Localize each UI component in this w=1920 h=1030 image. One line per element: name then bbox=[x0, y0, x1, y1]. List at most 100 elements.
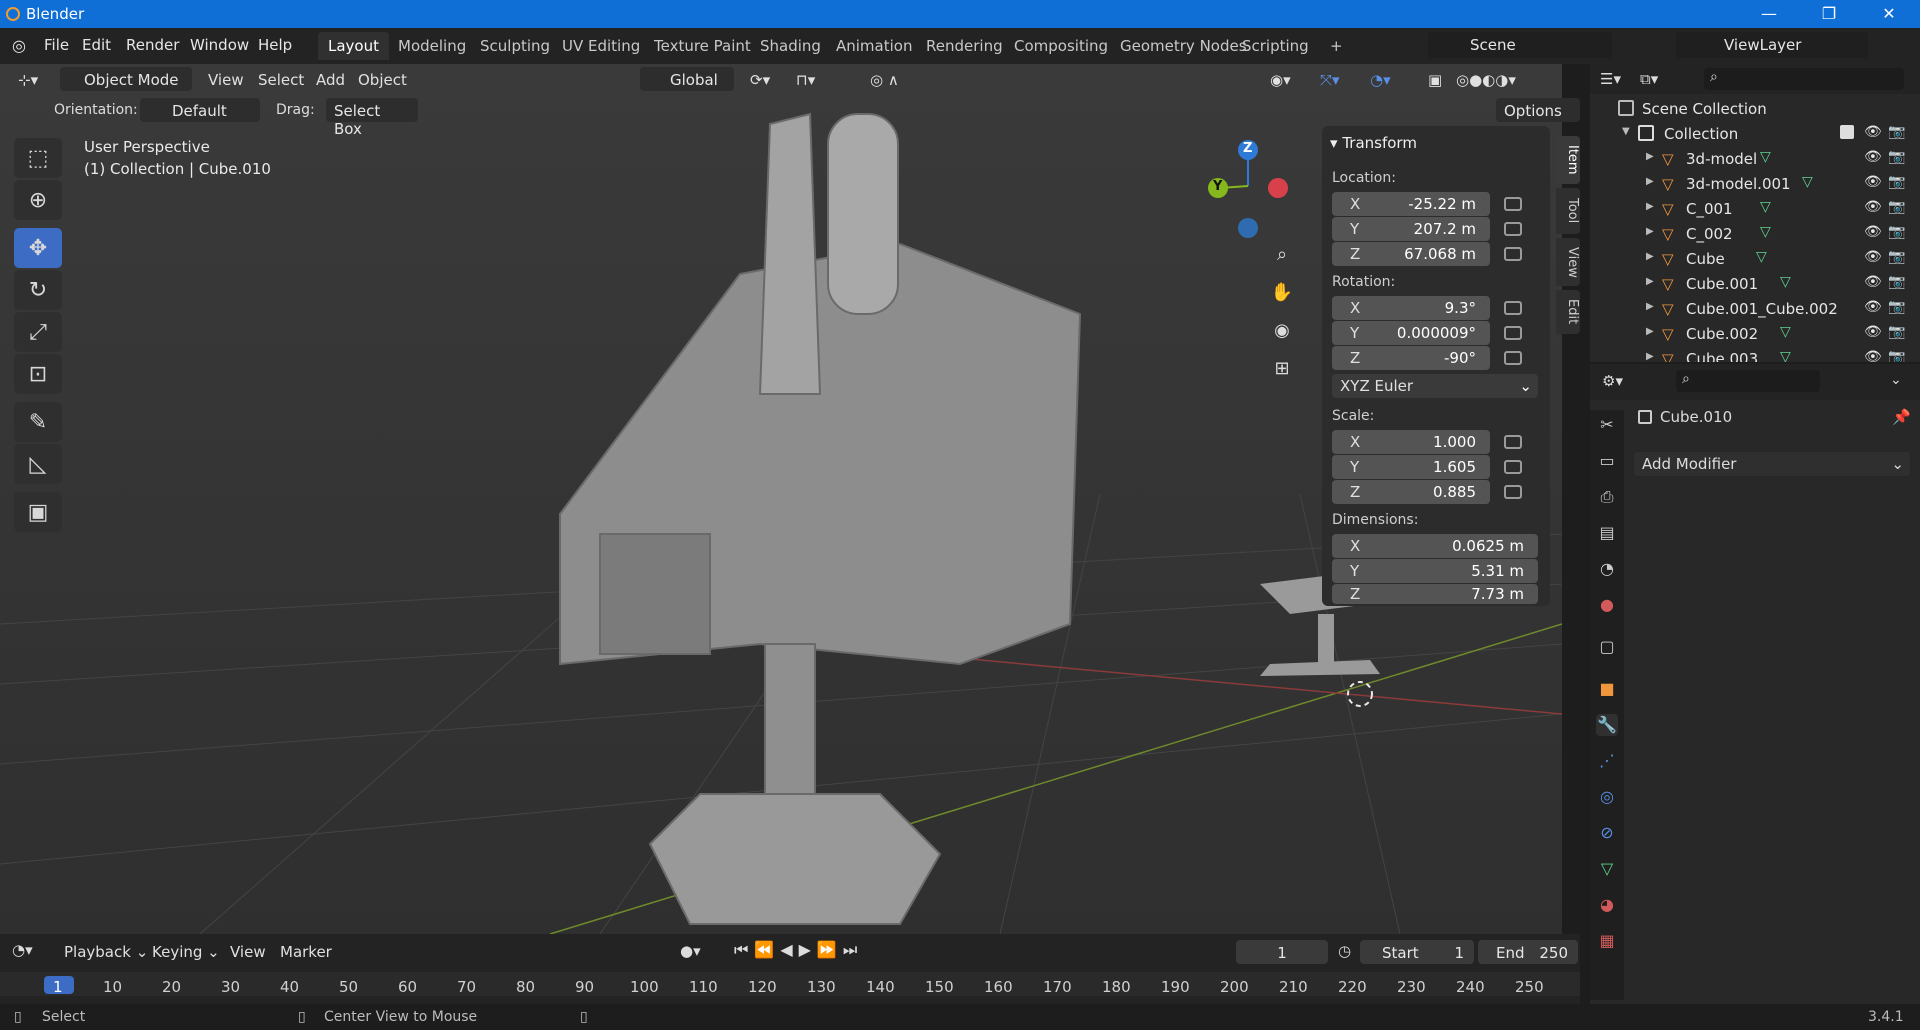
rotation-mode-selector[interactable]: XYZ Euler ⌄ bbox=[1332, 374, 1538, 398]
maximize-button[interactable]: ❐ bbox=[1806, 3, 1852, 25]
lock-icon[interactable] bbox=[1504, 485, 1522, 499]
data-tab-icon[interactable]: ▽ bbox=[1596, 858, 1618, 880]
lock-icon[interactable] bbox=[1504, 197, 1522, 211]
close-button[interactable]: ✕ bbox=[1866, 3, 1912, 25]
tab-edit[interactable]: Edit bbox=[1556, 290, 1580, 334]
shading-modes-icon[interactable]: ◎●◐◑▾ bbox=[1450, 68, 1522, 92]
world-tab-icon[interactable]: ● bbox=[1596, 594, 1618, 616]
pin-icon[interactable]: 📌 bbox=[1892, 408, 1911, 426]
tab-uv-editing[interactable]: UV Editing bbox=[552, 32, 650, 60]
constraints-tab-icon[interactable]: ⊘ bbox=[1596, 822, 1618, 844]
rotate-tool[interactable]: ↻ bbox=[14, 270, 62, 310]
pan-hand-icon[interactable]: ✋ bbox=[1268, 282, 1296, 310]
camera-icon[interactable]: 📷 bbox=[1888, 124, 1905, 140]
menu-window[interactable]: Window bbox=[190, 36, 249, 54]
lock-icon[interactable] bbox=[1504, 326, 1522, 340]
menu-render[interactable]: Render bbox=[126, 36, 179, 54]
scene-selector[interactable]: Scene bbox=[1428, 32, 1612, 58]
list-item[interactable]: ▶ ▽ 3d-model ▽ 👁 📷 bbox=[1590, 146, 1920, 171]
outliner-search-input[interactable]: ⌕ bbox=[1704, 68, 1904, 90]
scale-y-field[interactable]: Y 1.605 bbox=[1332, 455, 1490, 479]
dimensions-y-field[interactable]: Y 5.31 m bbox=[1332, 559, 1538, 583]
scale-z-field[interactable]: Z 0.885 bbox=[1332, 480, 1490, 504]
minimize-button[interactable]: — bbox=[1746, 3, 1792, 25]
gizmo-toggle-icon[interactable]: ⤧▾ bbox=[1314, 68, 1346, 92]
rotation-y-field[interactable]: Y 0.000009° bbox=[1332, 321, 1490, 345]
list-item[interactable]: ▶ ▽ Cube.003 ▽ 👁 📷 bbox=[1590, 346, 1920, 362]
tab-tool[interactable]: Tool bbox=[1556, 188, 1580, 234]
tab-compositing[interactable]: Compositing bbox=[1004, 32, 1118, 60]
select-box-tool[interactable]: ⬚ bbox=[14, 138, 62, 178]
overlay-toggle-icon[interactable]: ◔▾ bbox=[1364, 68, 1397, 92]
options-button[interactable]: Options bbox=[1496, 98, 1580, 122]
menu-add[interactable]: Add bbox=[310, 68, 351, 92]
view-layer-tab-icon[interactable]: ▤ bbox=[1596, 522, 1618, 544]
orientation-selector[interactable]: Default bbox=[140, 98, 260, 122]
lock-icon[interactable] bbox=[1504, 222, 1522, 236]
transform-tool[interactable]: ⊡ bbox=[14, 354, 62, 394]
menu-edit[interactable]: Edit bbox=[82, 36, 111, 54]
editor-type-icon[interactable]: ◔▾ bbox=[12, 941, 33, 959]
editor-type-icon[interactable]: ⚙▾ bbox=[1602, 372, 1623, 390]
output-tab-icon[interactable]: ⎙ bbox=[1596, 486, 1618, 508]
menu-playback[interactable]: Playback ⌄ bbox=[58, 940, 154, 964]
tab-shading[interactable]: Shading bbox=[750, 32, 831, 60]
eye-icon[interactable]: 👁 bbox=[1864, 124, 1882, 140]
scale-x-field[interactable]: X 1.000 bbox=[1332, 430, 1490, 454]
dimensions-x-field[interactable]: X 0.0625 m bbox=[1332, 534, 1538, 558]
snap-icon[interactable]: ⊓▾ bbox=[790, 68, 821, 92]
mode-selector[interactable]: Object Mode bbox=[60, 67, 192, 91]
transform-panel-header[interactable]: ▾ Transform bbox=[1330, 134, 1417, 152]
move-tool[interactable]: ✥ bbox=[14, 228, 62, 268]
lock-icon[interactable] bbox=[1504, 460, 1522, 474]
cursor-tool[interactable]: ⊕ bbox=[14, 180, 62, 220]
texture-tab-icon[interactable]: ▦ bbox=[1596, 930, 1618, 952]
current-frame-field[interactable]: 1 bbox=[1236, 940, 1328, 964]
menu-file[interactable]: File bbox=[44, 36, 69, 54]
chevron-down-icon[interactable]: ⌄ bbox=[1890, 372, 1902, 388]
object-tab-icon[interactable]: ■ bbox=[1596, 678, 1618, 700]
lock-icon[interactable] bbox=[1504, 351, 1522, 365]
tab-item[interactable]: Item bbox=[1556, 136, 1580, 184]
list-item[interactable]: ▶ ▽ Cube.001_Cube.002 👁 📷 bbox=[1590, 296, 1920, 321]
location-z-field[interactable]: Z 67.068 m bbox=[1332, 242, 1490, 266]
tab-modeling[interactable]: Modeling bbox=[388, 32, 476, 60]
xray-icon[interactable]: ▣ bbox=[1422, 68, 1448, 92]
zoom-icon[interactable]: ⌕ bbox=[1268, 244, 1296, 272]
filter-icon[interactable]: ⧉▾ bbox=[1640, 70, 1658, 88]
add-modifier-button[interactable]: Add Modifier ⌄ bbox=[1634, 452, 1910, 476]
collection-tab-icon[interactable]: ▢ bbox=[1596, 636, 1618, 658]
lock-icon[interactable] bbox=[1504, 301, 1522, 315]
render-tab-icon[interactable]: ▭ bbox=[1596, 450, 1618, 472]
lock-icon[interactable] bbox=[1504, 435, 1522, 449]
tab-texture-paint[interactable]: Texture Paint bbox=[644, 32, 761, 60]
tab-rendering[interactable]: Rendering bbox=[916, 32, 1013, 60]
visibility-icon[interactable]: ◉▾ bbox=[1264, 68, 1297, 92]
menu-view[interactable]: View bbox=[224, 940, 272, 964]
start-frame-field[interactable]: Start 1 bbox=[1360, 940, 1474, 964]
physics-tab-icon[interactable]: ◎ bbox=[1596, 786, 1618, 808]
menu-select[interactable]: Select bbox=[252, 68, 310, 92]
ortho-grid-icon[interactable]: ⊞ bbox=[1268, 358, 1296, 386]
measure-tool[interactable]: ◺ bbox=[14, 444, 62, 484]
menu-view[interactable]: View bbox=[202, 68, 250, 92]
tab-scripting[interactable]: Scripting bbox=[1232, 32, 1319, 60]
proportional-edit-icon[interactable]: ◎ ∧ bbox=[864, 68, 905, 92]
collection-row[interactable]: ▼ Collection 👁 📷 bbox=[1590, 121, 1920, 146]
list-item[interactable]: ▶ ▽ Cube.002 ▽ 👁 📷 bbox=[1590, 321, 1920, 346]
list-item[interactable]: ▶ ▽ Cube.001 ▽ 👁 📷 bbox=[1590, 271, 1920, 296]
list-item[interactable]: ▶ ▽ 3d-model.001 ▽ 👁 📷 bbox=[1590, 171, 1920, 196]
transform-orientation-selector[interactable]: Global bbox=[640, 67, 734, 91]
tab-view[interactable]: View bbox=[1556, 238, 1580, 286]
add-cube-tool[interactable]: ▣ bbox=[14, 492, 62, 532]
list-item[interactable]: ▶ ▽ C_002 ▽ 👁 📷 bbox=[1590, 221, 1920, 246]
menu-marker[interactable]: Marker bbox=[274, 940, 338, 964]
checkbox-icon[interactable] bbox=[1840, 125, 1854, 139]
blender-menu-icon[interactable]: ◎ bbox=[12, 36, 26, 55]
scene-collection-row[interactable]: Scene Collection bbox=[1590, 96, 1920, 121]
properties-search-input[interactable]: ⌕ bbox=[1676, 370, 1820, 392]
editor-type-icon[interactable]: ⊹▾ bbox=[12, 68, 44, 92]
tab-animation[interactable]: Animation bbox=[826, 32, 922, 60]
particles-tab-icon[interactable]: ⋰ bbox=[1596, 750, 1618, 772]
rotation-z-field[interactable]: Z -90° bbox=[1332, 346, 1490, 370]
